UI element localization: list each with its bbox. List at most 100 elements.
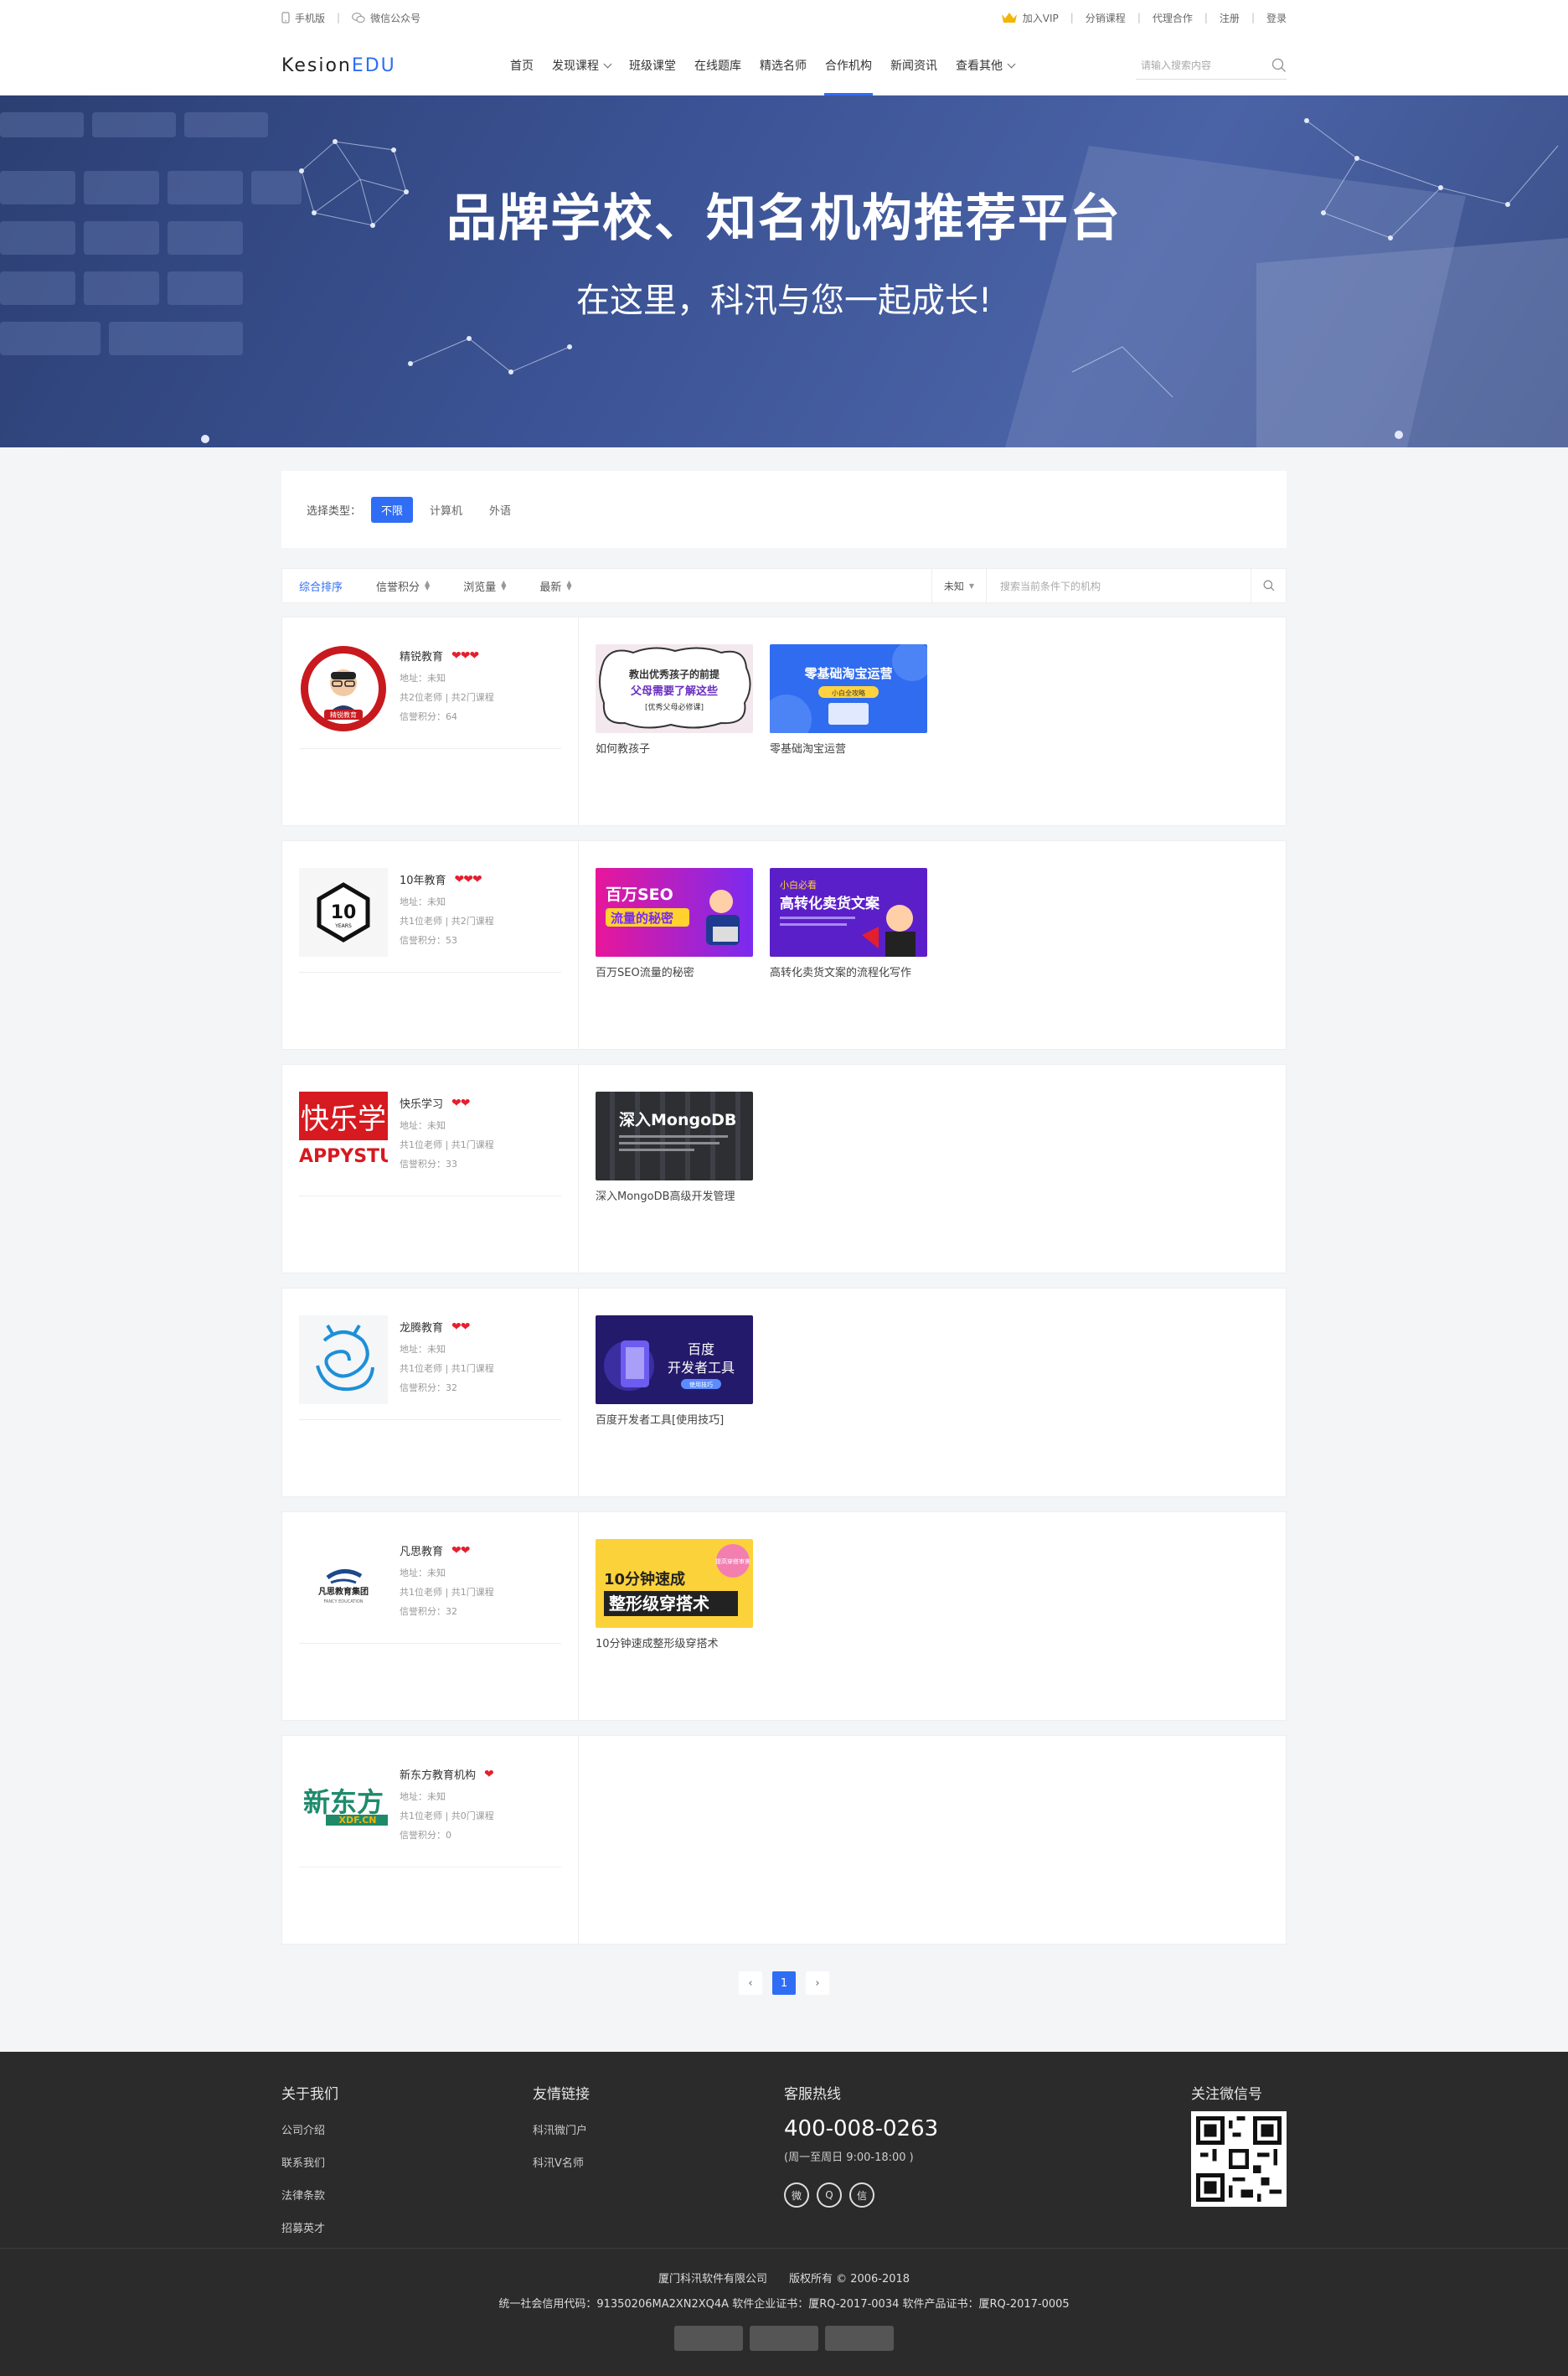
filter-tag-all[interactable]: 不限: [371, 496, 414, 523]
service-hours: (周一至周日 9:00-18:00 ): [784, 2151, 914, 2164]
nav-item-home[interactable]: 首页: [501, 35, 543, 96]
course-thumbnail[interactable]: 零基础淘宝运营小白全攻略: [770, 644, 927, 733]
filter-tag-computer[interactable]: 计算机: [420, 497, 472, 523]
region-select[interactable]: 未知 ▼: [931, 568, 986, 603]
svg-text:凡思教育集团: 凡思教育集团: [318, 1586, 369, 1597]
org-credit: 信誉积分：33: [400, 1159, 457, 1170]
course-item[interactable]: 小白必看 高转化卖货文案 高转化卖货文案的流程化写作: [770, 868, 927, 1022]
nav-item-news[interactable]: 新闻资讯: [881, 35, 946, 96]
org-name[interactable]: 凡思教育: [400, 1542, 443, 1558]
footer-link-micro-portal[interactable]: 科汛微门户: [533, 2121, 590, 2137]
register-link[interactable]: 注册: [1220, 11, 1240, 25]
trust-badge-icon[interactable]: [674, 2326, 743, 2351]
course-thumbnail[interactable]: 小白必看 高转化卖货文案: [770, 868, 927, 957]
nav-item-partners[interactable]: 合作机构: [816, 35, 881, 96]
course-item[interactable]: 教出优秀孩子的前提 父母需要了解这些 [优秀父母必修课] 如何教孩子: [596, 644, 753, 798]
search-icon[interactable]: [1271, 58, 1287, 73]
login-link[interactable]: 登录: [1266, 11, 1287, 25]
copyright-text: 厦门科汛软件有限公司 版权所有 © 2006-2018: [658, 2273, 910, 2286]
svg-text:使用技巧: 使用技巧: [689, 1381, 713, 1388]
svg-text:新东方: 新东方: [303, 1786, 384, 1818]
trust-badge-icon[interactable]: [825, 2326, 894, 2351]
course-title[interactable]: 零基础淘宝运营: [770, 740, 927, 756]
course-item[interactable]: 深入MongoDB 深入MongoDB高级开发管理: [596, 1092, 753, 1246]
filter-tag-language[interactable]: 外语: [479, 497, 521, 523]
course-thumbnail[interactable]: 百度 开发者工具 使用技巧: [596, 1315, 753, 1404]
org-card: 快乐学 APPYSTUD 快乐学习 ❤❤ 地址：未知 共1位老师 | 共1门课程 信…: [281, 1064, 1287, 1273]
footer-link-legal[interactable]: 法律条款: [281, 2187, 338, 2203]
header-search-input[interactable]: 请输入搜索内容: [1136, 51, 1287, 80]
heart-rating-icon: ❤: [484, 1767, 494, 1781]
distribute-link[interactable]: 分销课程: [1086, 11, 1126, 25]
footer-link-company[interactable]: 公司介绍: [281, 2121, 338, 2137]
course-title[interactable]: 10分钟速成整形级穿搭术: [596, 1635, 753, 1650]
trust-badge-icon[interactable]: [750, 2326, 818, 2351]
org-name[interactable]: 快乐学习: [400, 1095, 443, 1111]
org-logo[interactable]: 10 YEARS: [299, 868, 388, 957]
page-1-button[interactable]: 1: [772, 1971, 796, 1995]
org-credit: 信誉积分：53: [400, 935, 457, 946]
filter-label: 选择类型：: [307, 504, 362, 518]
org-logo[interactable]: [299, 1315, 388, 1404]
qq-icon[interactable]: Q: [817, 2182, 842, 2208]
nav-item-courses[interactable]: 发现课程: [543, 35, 620, 96]
course-title[interactable]: 高转化卖货文案的流程化写作: [770, 963, 927, 979]
footer-link-v-teacher[interactable]: 科汛V名师: [533, 2154, 590, 2170]
svg-text:APPYSTUD: APPYSTUD: [299, 1146, 388, 1167]
join-vip-link[interactable]: 加入VIP: [1001, 11, 1059, 25]
course-thumbnail[interactable]: 10分钟速成 整形级穿搭术 提高穿搭审美: [596, 1539, 753, 1628]
footer-heading: 友情链接: [533, 2086, 590, 2103]
course-thumbnail[interactable]: 百万SEO 流量的秘密: [596, 868, 753, 957]
org-name[interactable]: 龙腾教育: [400, 1319, 443, 1335]
course-title[interactable]: 百度开发者工具[使用技巧]: [596, 1411, 753, 1427]
org-address: 地址：未知: [400, 673, 446, 684]
course-title[interactable]: 百万SEO流量的秘密: [596, 963, 753, 979]
org-name[interactable]: 精锐教育: [400, 648, 443, 664]
heart-rating-icon: ❤❤❤: [451, 648, 479, 663]
org-name[interactable]: 10年教育: [400, 871, 446, 887]
course-item[interactable]: 百度 开发者工具 使用技巧 百度开发者工具[使用技巧]: [596, 1315, 753, 1470]
svg-text:百万SEO: 百万SEO: [606, 886, 673, 904]
sort-views[interactable]: 浏览量 ▲ ▼: [446, 568, 523, 603]
main-nav: 首页 发现课程 班级课堂 在线题库 精选名师 合作机构 新闻资讯 查看其他: [501, 35, 1024, 96]
nav-item-question-bank[interactable]: 在线题库: [685, 35, 750, 96]
mobile-link[interactable]: 手机版: [281, 11, 325, 25]
org-name[interactable]: 新东方教育机构: [400, 1766, 476, 1782]
search-icon: [1263, 580, 1274, 591]
org-stats: 共1位老师 | 共2门课程: [400, 916, 494, 927]
nav-item-more[interactable]: 查看其他: [946, 35, 1024, 96]
prev-page-button[interactable]: ‹: [739, 1971, 762, 1995]
weibo-icon[interactable]: 微: [784, 2182, 809, 2208]
org-card: 龙腾教育 ❤❤ 地址：未知 共1位老师 | 共1门课程 信誉积分：32 百度 开发者…: [281, 1288, 1287, 1497]
site-logo[interactable]: KesionEDU: [281, 55, 501, 76]
org-search-input[interactable]: 搜索当前条件下的机构: [986, 568, 1251, 603]
agent-link[interactable]: 代理合作: [1153, 11, 1193, 25]
course-title[interactable]: 如何教孩子: [596, 740, 753, 756]
wechat-qr-code: [1191, 2111, 1287, 2207]
nav-item-teachers[interactable]: 精选名师: [750, 35, 816, 96]
org-logo[interactable]: 新东方 XDF.CN: [299, 1763, 388, 1852]
svg-text:小白全攻略: 小白全攻略: [832, 689, 865, 697]
crown-icon: [1001, 13, 1017, 23]
course-item[interactable]: 10分钟速成 整形级穿搭术 提高穿搭审美 10分钟速成整形级穿搭术: [596, 1539, 753, 1693]
course-thumbnail[interactable]: 教出优秀孩子的前提 父母需要了解这些 [优秀父母必修课]: [596, 644, 753, 733]
svg-text:[优秀父母必修课]: [优秀父母必修课]: [645, 702, 704, 712]
org-search-button[interactable]: [1251, 568, 1286, 603]
sort-credit[interactable]: 信誉积分 ▲ ▼: [359, 568, 446, 603]
org-logo[interactable]: 精锐教育: [299, 644, 388, 733]
nav-item-classes[interactable]: 班级课堂: [620, 35, 685, 96]
footer-link-contact[interactable]: 联系我们: [281, 2154, 338, 2170]
sort-newest[interactable]: 最新 ▲ ▼: [523, 568, 588, 603]
org-logo[interactable]: 凡思教育集团 FANCY EDUCATION: [299, 1539, 388, 1628]
course-title[interactable]: 深入MongoDB高级开发管理: [596, 1187, 753, 1203]
footer-link-jobs[interactable]: 招募英才: [281, 2219, 338, 2235]
course-item[interactable]: 百万SEO 流量的秘密 百万SEO流量的秘密: [596, 868, 753, 1022]
wechat-mp-link[interactable]: 微信公众号: [352, 11, 420, 25]
wechat-icon[interactable]: 信: [849, 2182, 874, 2208]
org-logo[interactable]: 快乐学 APPYSTUD: [299, 1092, 388, 1180]
sort-default[interactable]: 综合排序: [282, 568, 359, 603]
course-item[interactable]: 零基础淘宝运营 小白全攻略 零基础淘宝运营: [770, 644, 927, 798]
next-page-button[interactable]: ›: [806, 1971, 829, 1995]
course-thumbnail[interactable]: 深入MongoDB: [596, 1092, 753, 1180]
svg-text:零基础淘宝运营: 零基础淘宝运营: [803, 666, 892, 681]
